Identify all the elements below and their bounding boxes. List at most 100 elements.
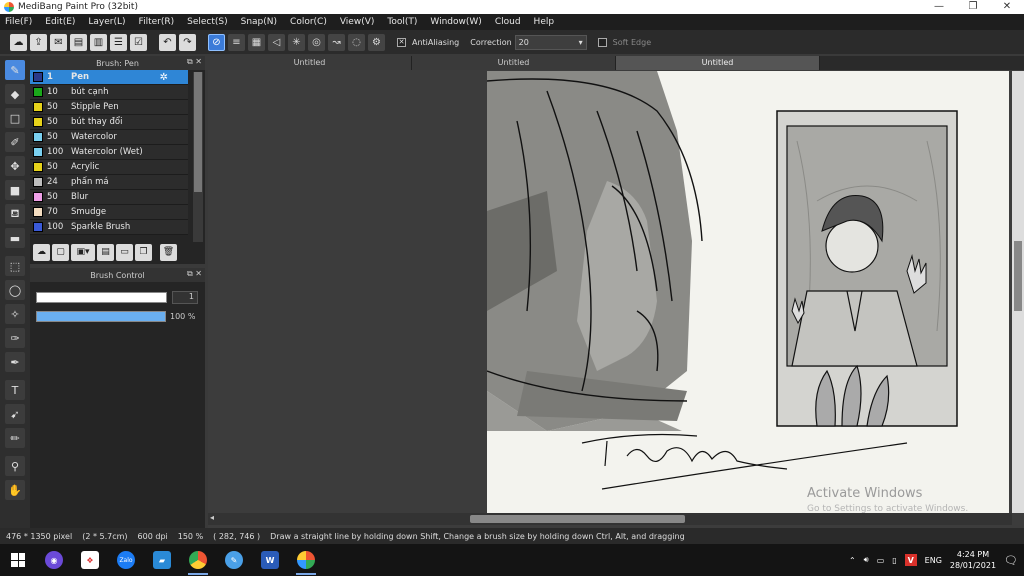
brush-item[interactable]: 50 Stipple Pen — [30, 100, 188, 115]
minimize-button[interactable]: — — [922, 0, 956, 14]
taskbar-word-app[interactable]: W — [252, 544, 288, 576]
add-brush-dropdown-icon[interactable]: ▣▾ — [71, 243, 95, 261]
canvas-vertical-scroll-thumb[interactable] — [1014, 241, 1022, 311]
snap-perspective-icon[interactable]: ◁ — [268, 33, 285, 51]
list-icon[interactable]: ☰ — [110, 33, 127, 51]
undock-icon[interactable]: ⧉ — [187, 269, 193, 278]
eyedropper-tool-icon[interactable]: ⚲ — [5, 456, 25, 476]
delete-brush-icon[interactable]: 🗑 — [160, 243, 177, 261]
panel-close-icon[interactable]: ✕ — [195, 269, 202, 278]
document-icon[interactable]: ▥ — [90, 33, 107, 51]
comment-icon[interactable]: ✉ — [50, 33, 67, 51]
brush-item[interactable]: 100 Watercolor (Wet) — [30, 145, 188, 160]
select-pen-tool-icon[interactable]: ✑ — [5, 328, 25, 348]
close-button[interactable]: ✕ — [990, 0, 1024, 14]
brush-item[interactable]: 50 Blur — [30, 190, 188, 205]
cloud-brush-icon[interactable]: ☁ — [33, 243, 50, 261]
bucket-tool-icon[interactable]: ⛾ — [5, 204, 25, 224]
soft-edge-checkbox[interactable] — [597, 37, 607, 47]
taskbar-medibang-app[interactable] — [288, 544, 324, 576]
taskbar-zalo-app[interactable]: Zalo — [108, 544, 144, 576]
brush-item[interactable]: 50 Watercolor — [30, 130, 188, 145]
new-brush-icon[interactable]: ▢ — [52, 243, 69, 261]
snap-circle-icon[interactable]: ◎ — [308, 33, 325, 51]
correction-select[interactable]: 20 ▾ — [514, 34, 587, 50]
undock-icon[interactable]: ⧉ — [187, 57, 193, 66]
language-indicator[interactable]: ENG — [925, 556, 942, 565]
lasso-tool-icon[interactable]: ◯ — [5, 280, 25, 300]
menu-color[interactable]: Color(C) — [290, 17, 327, 27]
brush-item[interactable]: 50 bút thay đổi — [30, 115, 188, 130]
snap-radial-icon[interactable]: ✳ — [288, 33, 305, 51]
snap-ellipse-icon[interactable]: ◌ — [348, 33, 365, 51]
text-tool-icon[interactable]: T — [5, 380, 25, 400]
start-button[interactable] — [0, 544, 36, 576]
brush-tool-icon[interactable]: ✎ — [5, 60, 25, 80]
snap-off-icon[interactable]: ⊘ — [208, 33, 225, 51]
network-icon[interactable]: ▭ — [877, 556, 885, 565]
menu-window[interactable]: Window(W) — [430, 17, 481, 27]
select-rect-tool-icon[interactable]: ⬚ — [5, 256, 25, 276]
menu-select[interactable]: Select(S) — [187, 17, 228, 27]
taskbar-media-app[interactable]: ◉ — [36, 544, 72, 576]
divide-tool-icon[interactable]: ✏ — [5, 428, 25, 448]
duplicate-brush-icon[interactable]: ❐ — [135, 243, 152, 261]
taskbar-chrome-app[interactable] — [180, 544, 216, 576]
clock[interactable]: 4:24 PM 28/01/2021 — [950, 549, 996, 571]
snap-parallel-icon[interactable]: ≡ — [228, 33, 245, 51]
antialiasing-checkbox[interactable]: ✕ — [397, 37, 406, 47]
menu-file[interactable]: File(F) — [5, 17, 32, 27]
taskbar-store-app[interactable]: ▰ — [144, 544, 180, 576]
taskbar-paint-app[interactable]: ✎ — [216, 544, 252, 576]
eraser-tool-icon[interactable]: ◆ — [5, 84, 25, 104]
volume-icon[interactable]: 🔊︎ — [864, 555, 869, 565]
battery-icon[interactable]: ▯ — [892, 556, 896, 565]
redo-icon[interactable]: ↷ — [179, 33, 196, 51]
brush-item[interactable]: 100 Sparkle Brush — [30, 220, 188, 235]
undo-icon[interactable]: ↶ — [159, 33, 176, 51]
message-icon[interactable]: ▤ — [70, 33, 87, 51]
select-eraser-tool-icon[interactable]: ✒ — [5, 352, 25, 372]
maximize-button[interactable]: ❐ — [956, 0, 990, 14]
brush-item[interactable]: 1 Pen ✲ — [30, 70, 188, 85]
antivirus-v-icon[interactable]: V — [904, 554, 917, 566]
magic-wand-tool-icon[interactable]: ✧ — [5, 304, 25, 324]
chevron-up-icon[interactable]: ⌃ — [849, 556, 856, 565]
hand-tool-icon[interactable]: ✋ — [5, 480, 25, 500]
dot-brush-tool-icon[interactable]: ✐ — [5, 132, 25, 152]
move-tool-icon[interactable]: ✥ — [5, 156, 25, 176]
scroll-left-icon[interactable]: ◂ — [210, 513, 214, 522]
taskbar-photos-app[interactable]: ❖ — [72, 544, 108, 576]
brush-size-slider[interactable] — [36, 292, 167, 303]
rectangle-tool-icon[interactable]: □ — [5, 108, 25, 128]
menu-view[interactable]: View(V) — [340, 17, 375, 27]
drawing-canvas[interactable] — [487, 71, 1009, 513]
brush-list-scroll-thumb[interactable] — [194, 72, 202, 192]
menu-layer[interactable]: Layer(L) — [88, 17, 125, 27]
notification-icon[interactable]: 🗨︎ — [1004, 554, 1018, 567]
snap-grid-icon[interactable]: ▦ — [248, 33, 265, 51]
snap-settings-icon[interactable]: ⚙ — [368, 33, 385, 51]
menu-snap[interactable]: Snap(N) — [241, 17, 277, 27]
upload-icon[interactable]: ⇪ — [30, 33, 47, 51]
folder-icon[interactable]: ▭ — [116, 243, 133, 261]
canvas-vertical-scrollbar[interactable] — [1012, 71, 1024, 513]
gradient-tool-icon[interactable]: ▬ — [5, 228, 25, 248]
menu-help[interactable]: Help — [534, 17, 555, 27]
tab-untitled-3[interactable]: Untitled — [616, 56, 820, 70]
brush-settings-gear-icon[interactable]: ✲ — [160, 72, 168, 83]
snap-curve-icon[interactable]: ↝ — [328, 33, 345, 51]
canvas-horizontal-scroll-thumb[interactable] — [470, 515, 685, 523]
cloud-icon[interactable]: ☁ — [10, 33, 27, 51]
operation-tool-icon[interactable]: ➹ — [5, 404, 25, 424]
tab-untitled-2[interactable]: Untitled — [412, 56, 616, 70]
menu-tool[interactable]: Tool(T) — [387, 17, 417, 27]
brush-item[interactable]: 70 Smudge — [30, 205, 188, 220]
brush-settings-icon[interactable]: ▤ — [97, 243, 114, 261]
canvas-horizontal-scrollbar[interactable]: ◂ — [208, 513, 1012, 525]
panel-close-icon[interactable]: ✕ — [195, 57, 202, 66]
brush-list-scrollbar[interactable] — [193, 72, 203, 242]
tab-untitled-1[interactable]: Untitled — [208, 56, 412, 70]
brush-item[interactable]: 50 Acrylic — [30, 160, 188, 175]
brush-opacity-slider[interactable] — [36, 311, 166, 322]
